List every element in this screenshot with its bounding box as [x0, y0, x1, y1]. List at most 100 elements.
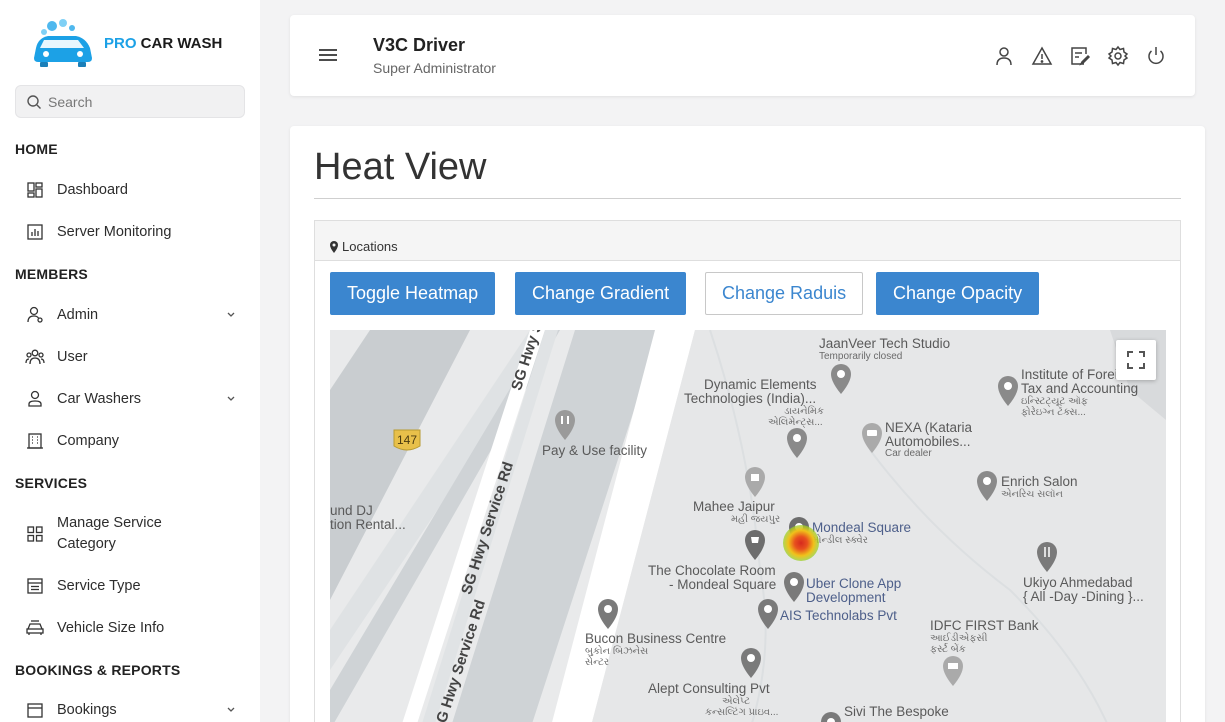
poi-label: Enrich Salon	[1001, 474, 1078, 489]
sidebar-item-car-washers[interactable]: Car Washers	[25, 389, 245, 409]
poi-label: IDFC FIRST Bank	[930, 618, 1039, 633]
poi-label: { All -Day -Dining }...	[1023, 589, 1144, 604]
change-gradient-button[interactable]: Change Gradient	[515, 272, 687, 315]
section-bookings-reports: BOOKINGS & REPORTS	[15, 662, 181, 678]
poi-label: બુકોન બિઝનેસ	[585, 646, 649, 657]
poi-label: NEXA (Kataria	[885, 420, 973, 435]
poi-label: Mahee Jaipur	[693, 499, 775, 514]
sidebar-item-user[interactable]: User	[25, 347, 245, 367]
poi-label: Pay & Use facility	[542, 443, 648, 458]
sidebar-item-server-monitoring[interactable]: Server Monitoring	[25, 222, 245, 242]
poi-label: ડાયનેમિક	[784, 406, 824, 417]
sidebar-item-label: Bookings	[57, 702, 117, 718]
sidebar-item-admin[interactable]: Admin	[25, 305, 245, 325]
car-icon	[25, 618, 45, 638]
map-pin-icon[interactable]	[998, 376, 1018, 406]
poi-label: Temporarily closed	[819, 351, 903, 362]
user-key-icon	[25, 305, 45, 325]
sidebar-item-dashboard[interactable]: Dashboard	[25, 180, 245, 200]
section-members: MEMBERS	[15, 266, 88, 282]
user-icon[interactable]	[993, 45, 1015, 67]
heatmap-hotspot	[783, 525, 819, 561]
edit-icon[interactable]	[1069, 45, 1091, 67]
shopping-pin-icon[interactable]	[745, 467, 765, 497]
poi-label: - Mondeal Square	[669, 577, 777, 592]
chevron-down-icon	[227, 707, 235, 712]
map-pin-icon[interactable]	[977, 471, 997, 501]
chart-icon	[25, 222, 45, 242]
sidebar-item-label: Admin	[57, 307, 99, 323]
chevron-down-icon	[227, 396, 235, 401]
page-title: Heat View	[314, 146, 487, 188]
poi-label: Ukiyo Ahmedabad	[1023, 575, 1133, 590]
sidebar: PRO CAR WASH Search HOME Dashboard Serve…	[0, 0, 260, 722]
poi-label: Mondeal Square	[812, 520, 912, 535]
user-icon	[25, 389, 45, 409]
poi-label: ફોરેઇગ્ન ટૅક્સ...	[1021, 407, 1086, 418]
poi-label: Automobiles...	[885, 434, 971, 449]
cafe-pin-icon[interactable]	[745, 530, 765, 560]
map-pin-icon[interactable]	[821, 712, 841, 722]
heat-map[interactable]: 147 SG Hwy Servi SG Hwy Service Rd SG Hw…	[330, 330, 1166, 722]
map-marker-icon	[330, 240, 338, 253]
map-pin-icon[interactable]	[758, 599, 778, 629]
poi-label: એલિમેન્ટ્સ...	[768, 417, 823, 428]
title-divider	[314, 198, 1181, 199]
sidebar-item-company[interactable]: Company	[25, 431, 245, 451]
restaurant-pin-icon[interactable]	[1037, 542, 1057, 572]
car-dealer-pin-icon[interactable]	[862, 423, 882, 453]
fullscreen-button[interactable]	[1116, 340, 1156, 380]
map-pin-icon[interactable]	[741, 648, 761, 678]
menu-icon[interactable]	[318, 48, 338, 62]
user-role: Super Administrator	[373, 60, 496, 76]
panel-header: Locations	[315, 221, 1180, 261]
sidebar-item-label: Car Washers	[57, 391, 142, 407]
sidebar-item-label: User	[57, 349, 88, 365]
section-home: HOME	[15, 141, 58, 157]
poi-label: tion Rental...	[330, 517, 406, 532]
poi-label: Institute of Forei	[1021, 367, 1118, 382]
poi-label: એલેપ્ટ	[722, 696, 751, 707]
route-number: 147	[397, 433, 418, 447]
poi-label: AIS Technolabs Pvt	[780, 608, 897, 623]
fullscreen-icon	[1127, 351, 1145, 369]
poi-label: The Chocolate Room	[648, 563, 776, 578]
brand-name: PRO CAR WASH	[104, 35, 223, 52]
main-content: Heat View Locations Toggle Heatmap Chang…	[290, 126, 1205, 722]
map-pin-icon[interactable]	[598, 599, 618, 629]
poi-label: ફર્સ્ટ બેંક	[930, 644, 966, 655]
list-icon	[25, 576, 45, 596]
bank-pin-icon[interactable]	[943, 656, 963, 686]
brand-logo[interactable]: PRO CAR WASH	[30, 18, 230, 70]
toggle-heatmap-button[interactable]: Toggle Heatmap	[330, 272, 496, 315]
sidebar-item-bookings[interactable]: Bookings	[25, 700, 245, 720]
building-icon	[25, 431, 45, 451]
search-input[interactable]: Search	[15, 85, 245, 118]
poi-label: Bucon Business Centre	[585, 631, 727, 646]
change-radius-button[interactable]: Change Raduis	[705, 272, 864, 315]
poi-label: JaanVeer Tech Studio	[819, 336, 951, 351]
header-actions	[993, 45, 1167, 67]
sidebar-item-manage-service-category[interactable]: Manage Service Category	[25, 513, 245, 555]
poi-label: Alept Consulting Pvt	[648, 681, 770, 696]
sidebar-item-service-type[interactable]: Service Type	[25, 576, 245, 596]
car-wash-logo-icon	[34, 19, 92, 67]
power-icon[interactable]	[1145, 45, 1167, 67]
change-opacity-button[interactable]: Change Opacity	[876, 272, 1040, 315]
calendar-icon	[25, 700, 45, 720]
search-icon	[27, 95, 41, 109]
map-pin-icon[interactable]	[784, 572, 804, 602]
alert-icon[interactable]	[1031, 45, 1053, 67]
map-pin-icon[interactable]	[831, 364, 851, 394]
poi-label: Tax and Accounting	[1021, 381, 1139, 396]
sidebar-item-vehicle-size-info[interactable]: Vehicle Size Info	[25, 618, 245, 638]
poi-label: Uber Clone App	[806, 576, 902, 591]
map-pin-icon[interactable]	[787, 428, 807, 458]
locations-panel: Locations Toggle Heatmap Change Gradient…	[314, 220, 1181, 722]
sidebar-item-label: Dashboard	[57, 182, 128, 198]
sidebar-item-label: Service Type	[57, 578, 141, 594]
user-name: V3C Driver	[373, 35, 466, 55]
settings-icon[interactable]	[1107, 45, 1129, 67]
poi-label: Car dealer	[885, 448, 932, 459]
restroom-pin-icon[interactable]	[555, 410, 575, 440]
